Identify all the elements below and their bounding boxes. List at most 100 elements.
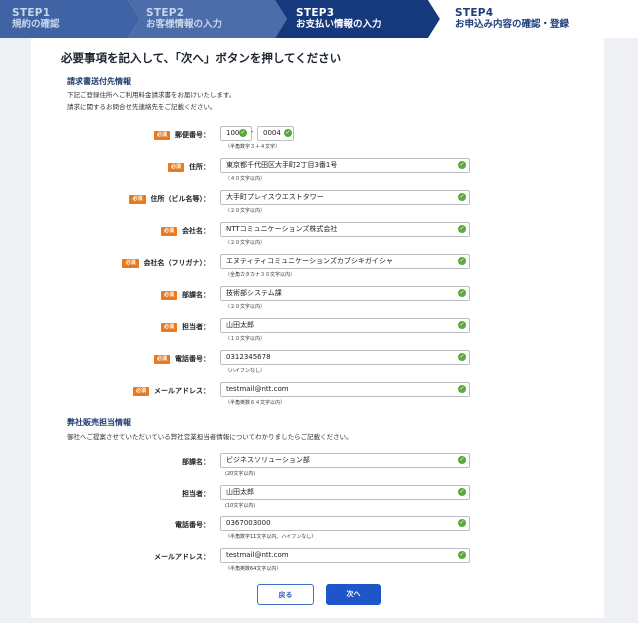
person-hint: （１０文字以内） — [225, 336, 266, 342]
email-label: 必須 メールアドレス： — [132, 386, 210, 396]
zip-second-value: 0004 — [263, 129, 281, 137]
sales-person-label: 担当者： — [182, 490, 210, 498]
sales-person-input[interactable]: 山田太郎 — [220, 485, 470, 500]
person-value: 山田太郎 — [226, 321, 254, 329]
sales-phone-value: 0367003000 — [226, 519, 271, 527]
address-label-text: 住所： — [189, 163, 210, 171]
sales-description: 御社へご提案させていただいている弊社営業担当者情報についてわかりましたらご記載く… — [67, 433, 353, 441]
email-hint: （半角英数６４文字以内） — [225, 400, 286, 406]
sales-phone-input[interactable]: 0367003000 — [220, 516, 470, 531]
building-input[interactable]: 大手町プレイスウエストタワー — [220, 190, 470, 205]
zip-first-input[interactable]: 100 — [220, 126, 252, 141]
address-label: 必須 住所： — [167, 162, 210, 172]
step-1-label: 規約の確認 — [12, 19, 60, 30]
step-4: STEP4 お申込み内容の確認・登録 — [455, 7, 569, 31]
sales-email-label: メールアドレス： — [154, 553, 210, 561]
sales-department-row: 部課名： ビジネスソリューション部 ✓ (20文字以内) — [0, 453, 638, 483]
required-badge: 必須 — [167, 162, 184, 172]
check-icon: ✓ — [458, 321, 466, 329]
check-icon: ✓ — [458, 193, 466, 201]
sales-person-value: 山田太郎 — [226, 488, 254, 496]
check-icon: ✓ — [458, 353, 466, 361]
person-row: 必須 担当者： 山田太郎 ✓ （１０文字以内） — [0, 318, 638, 348]
sales-email-row: メールアドレス： testmail@ntt.com ✓ （半角英数64文字以内） — [0, 548, 638, 578]
person-label: 必須 担当者： — [160, 322, 210, 332]
department-value: 技術部システム課 — [226, 289, 282, 297]
person-label-text: 担当者： — [182, 323, 210, 331]
address-hint: （４０文字以内） — [225, 176, 266, 182]
email-input[interactable]: testmail@ntt.com — [220, 382, 470, 397]
sales-section-heading: 弊社販売担当情報 — [67, 418, 131, 427]
sales-email-hint: （半角英数64文字以内） — [225, 566, 282, 572]
company-label: 必須 会社名： — [160, 226, 210, 236]
email-label-text: メールアドレス： — [154, 387, 210, 395]
sales-email-input[interactable]: testmail@ntt.com — [220, 548, 470, 563]
phone-hint: （ハイフンなし） — [225, 368, 266, 374]
billing-section-heading: 請求書送付先情報 — [67, 77, 131, 86]
department-label: 必須 部課名： — [160, 290, 210, 300]
required-badge: 必須 — [129, 194, 146, 204]
step-progress-bar: STEP1 規約の確認 STEP2 お客様情報の入力 STEP3 お支払い情報の… — [0, 0, 638, 38]
address-value: 東京都千代田区大手町2丁目3番1号 — [226, 161, 338, 169]
phone-row: 必須 電話番号： 0312345678 ✓ （ハイフンなし） — [0, 350, 638, 380]
company-row: 必須 会社名： NTTコミュニケーションズ株式会社 ✓ （２０文字以内） — [0, 222, 638, 252]
address-input[interactable]: 東京都千代田区大手町2丁目3番1号 — [220, 158, 470, 173]
zip-row: 必須 郵便番号： 100 ✓ - 0004 ✓ （半角数字３＋４文字） — [0, 126, 638, 156]
building-label-text: 住所（ビル名等）： — [150, 195, 211, 203]
company-kana-label-text: 会社名（フリガナ）： — [143, 259, 211, 267]
sales-department-hint: (20文字以内) — [225, 471, 256, 477]
next-button[interactable]: 次へ — [326, 584, 381, 605]
check-icon: ✓ — [458, 385, 466, 393]
sales-person-hint: (10文字以内) — [225, 503, 256, 509]
check-icon: ✓ — [458, 519, 466, 527]
billing-description-2: 請求に関するお問合せ先連絡先をご記載ください。 — [67, 103, 217, 111]
company-kana-input[interactable]: エヌティティコミュニケーションズカブシキガイシャ — [220, 254, 470, 269]
step-3-current: STEP3 お支払い情報の入力 — [296, 7, 382, 31]
phone-label-text: 電話番号： — [175, 355, 210, 363]
step-4-label: お申込み内容の確認・登録 — [455, 19, 570, 30]
required-badge: 必須 — [153, 130, 170, 140]
company-kana-label: 必須 会社名（フリガナ）： — [122, 258, 210, 268]
required-badge: 必須 — [160, 290, 177, 300]
person-input[interactable]: 山田太郎 — [220, 318, 470, 333]
company-kana-row: 必須 会社名（フリガナ）： エヌティティコミュニケーションズカブシキガイシャ ✓… — [0, 254, 638, 284]
building-value: 大手町プレイスウエストタワー — [226, 193, 324, 201]
building-label: 必須 住所（ビル名等）： — [129, 194, 210, 204]
step-3-number: STEP3 — [296, 7, 335, 19]
email-value: testmail@ntt.com — [226, 385, 289, 393]
department-label-text: 部課名： — [182, 291, 210, 299]
department-row: 必須 部課名： 技術部システム課 ✓ （２０文字以内） — [0, 286, 638, 316]
check-icon: ✓ — [458, 456, 466, 464]
company-label-text: 会社名： — [182, 227, 210, 235]
building-hint: （２０文字以内） — [225, 208, 266, 214]
address-row: 必須 住所： 東京都千代田区大手町2丁目3番1号 ✓ （４０文字以内） — [0, 158, 638, 188]
zip-first-value: 100 — [226, 129, 240, 137]
company-value: NTTコミュニケーションズ株式会社 — [226, 225, 338, 233]
check-icon: ✓ — [458, 225, 466, 233]
page-title: 必要事項を記入して、「次へ」ボタンを押してください — [61, 51, 342, 65]
back-button[interactable]: 戻る — [257, 584, 314, 605]
phone-value: 0312345678 — [226, 353, 271, 361]
zip-dash: - — [251, 128, 254, 136]
sales-department-input[interactable]: ビジネスソリューション部 — [220, 453, 470, 468]
check-icon: ✓ — [458, 161, 466, 169]
check-icon: ✓ — [458, 289, 466, 297]
company-input[interactable]: NTTコミュニケーションズ株式会社 — [220, 222, 470, 237]
required-badge: 必須 — [132, 386, 149, 396]
sales-department-value: ビジネスソリューション部 — [226, 456, 310, 464]
check-icon: ✓ — [458, 488, 466, 496]
required-badge: 必須 — [160, 322, 177, 332]
check-icon: ✓ — [458, 551, 466, 559]
sales-phone-hint: （半角数字11文字以内、ハイフンなし） — [225, 534, 317, 540]
department-input[interactable]: 技術部システム課 — [220, 286, 470, 301]
sales-department-label: 部課名： — [182, 458, 210, 466]
billing-description-1: 下記ご登録住所へご利用料金請求書をお届けいたします。 — [67, 91, 236, 99]
step-2-label: お客様情報の入力 — [146, 19, 223, 30]
check-icon: ✓ — [458, 257, 466, 265]
sales-phone-label: 電話番号： — [175, 521, 210, 529]
company-kana-hint: （全角カタカナ３０文字以内） — [225, 272, 296, 278]
company-kana-value: エヌティティコミュニケーションズカブシキガイシャ — [226, 257, 393, 265]
step-1-number: STEP1 — [12, 7, 51, 19]
sales-person-row: 担当者： 山田太郎 ✓ (10文字以内) — [0, 485, 638, 515]
phone-input[interactable]: 0312345678 — [220, 350, 470, 365]
